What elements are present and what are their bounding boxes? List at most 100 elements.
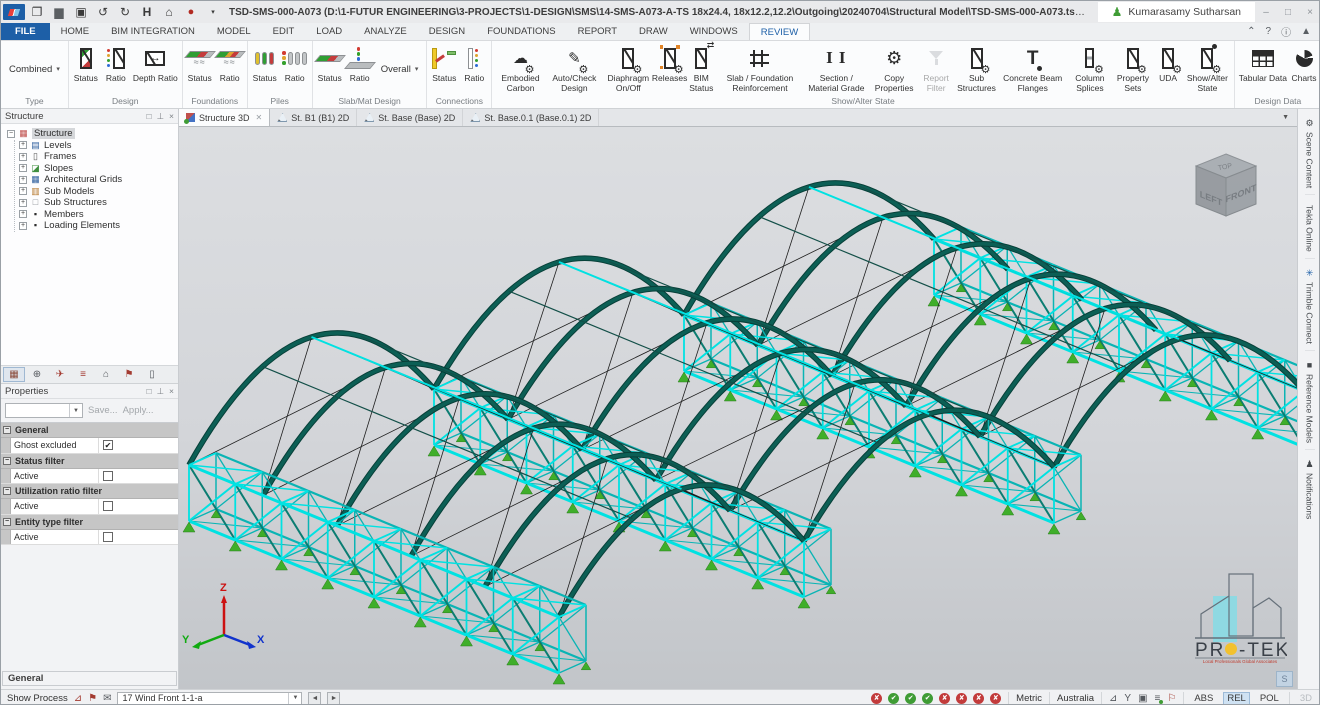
tab-draw[interactable]: DRAW xyxy=(628,23,679,40)
tree-expand-icon[interactable]: + xyxy=(19,199,27,207)
charts-button[interactable]: Charts xyxy=(1289,42,1319,96)
sidebar-item-trimble-connect[interactable]: ✳Trimble Connect xyxy=(1305,263,1315,351)
pin-panel-icon[interactable]: ⊥ xyxy=(157,386,164,397)
audit-button[interactable]: ⌂ xyxy=(159,3,179,21)
tree-expand-icon[interactable]: + xyxy=(19,222,27,230)
maximize-button[interactable]: □ xyxy=(1277,2,1299,22)
info-icon[interactable]: ⓘ xyxy=(1281,24,1291,39)
tab-review[interactable]: REVIEW xyxy=(749,23,810,40)
new-model-button[interactable]: ❐ xyxy=(27,3,47,21)
copy-properties-button[interactable]: ⚙ Copy Properties xyxy=(871,42,918,96)
help-icon[interactable]: ? xyxy=(1266,26,1272,37)
foundations-ratio-button[interactable]: ≈≈ Ratio xyxy=(215,42,245,96)
archive-tool-button[interactable]: ▯ xyxy=(141,367,163,382)
tabular-data-button[interactable]: Tabular Data xyxy=(1237,42,1289,96)
model-canvas[interactable]: ZXY TOP LEFT FRONT xyxy=(179,127,1297,689)
float-panel-icon[interactable]: □ xyxy=(146,386,151,397)
status-ok-icon[interactable]: ✔ xyxy=(905,693,916,704)
view-tab-st-base-0-1[interactable]: St. Base.0.1 (Base.0.1) 2D xyxy=(463,109,599,126)
show-alter-state-button[interactable]: ⚙ Show/Alter State xyxy=(1183,42,1232,96)
embodied-carbon-button[interactable]: ☁⚙ Embodied Carbon xyxy=(494,42,546,96)
tree-expand-icon[interactable]: + xyxy=(19,164,27,172)
render-view-icon[interactable]: ▣ xyxy=(1138,693,1147,704)
rel-coords-toggle[interactable]: REL xyxy=(1223,692,1249,705)
design-status-button[interactable]: Status xyxy=(71,42,101,96)
collapse-group-icon[interactable]: − xyxy=(3,426,11,434)
status-ok-icon[interactable]: ✔ xyxy=(888,693,899,704)
piles-ratio-button[interactable]: Ratio xyxy=(280,42,310,96)
layers-icon[interactable]: ≡ xyxy=(1155,693,1161,704)
envelope-icon[interactable]: ✉ xyxy=(103,693,111,704)
tree-item-loading-elements[interactable]: Loading Elements xyxy=(44,220,120,231)
previous-loadcase-button[interactable]: ◄ xyxy=(308,692,321,705)
close-panel-icon[interactable]: × xyxy=(169,111,174,122)
record-button[interactable]: ● xyxy=(181,3,201,21)
snapshot-button[interactable]: S xyxy=(1276,671,1293,687)
design-ratio-button[interactable]: Ratio xyxy=(101,42,131,96)
slab-status-button[interactable]: Status xyxy=(315,42,345,96)
property-sets-button[interactable]: ⚙ Property Sets xyxy=(1113,42,1153,96)
status-error-icon[interactable]: ✘ xyxy=(939,693,950,704)
redo-button[interactable]: ↻ xyxy=(115,3,135,21)
globe-view-button[interactable]: ⊕ xyxy=(26,367,48,382)
sidebar-item-reference-models[interactable]: ■Reference Models xyxy=(1305,355,1315,450)
tab-report[interactable]: REPORT xyxy=(567,23,628,40)
loadcase-combobox[interactable]: 17 Wind Front 1-1-a▼ xyxy=(117,692,302,705)
depth-ratio-button[interactable]: ↔ Depth Ratio xyxy=(131,42,180,96)
collapse-ribbon-icon[interactable]: ⌃ xyxy=(1247,26,1255,37)
3d-mode-toggle[interactable]: 3D xyxy=(1297,693,1315,704)
section-material-grade-button[interactable]: I I Section / Material Grade xyxy=(802,42,871,96)
collapse-group-icon[interactable]: − xyxy=(3,457,11,465)
node-snap-icon[interactable]: Y xyxy=(1124,693,1131,704)
view-tab-st-base[interactable]: St. Base (Base) 2D xyxy=(357,109,463,126)
concrete-beam-flanges-button[interactable]: T Concrete Beam Flanges xyxy=(998,42,1067,96)
slab-foundation-reinforcement-button[interactable]: Slab / Foundation Reinforcement xyxy=(718,42,802,96)
save-button[interactable]: ▣ xyxy=(71,3,91,21)
flag-disabled-icon[interactable]: ⚐ xyxy=(1167,693,1176,704)
piles-status-button[interactable]: Status xyxy=(250,42,280,96)
view-tab-st-b1[interactable]: St. B1 (B1) 2D xyxy=(270,109,357,126)
tab-home[interactable]: HOME xyxy=(50,23,101,40)
status-filter-active-checkbox[interactable] xyxy=(103,471,113,481)
connections-status-button[interactable]: Status xyxy=(429,42,459,96)
country-button[interactable]: Australia xyxy=(1057,693,1094,704)
tab-model[interactable]: MODEL xyxy=(206,23,262,40)
close-panel-icon[interactable]: × xyxy=(169,386,174,397)
tree-item-architectural-grids[interactable]: Architectural Grids xyxy=(44,174,122,185)
tab-foundations[interactable]: FOUNDATIONS xyxy=(476,23,566,40)
show-process-button[interactable]: Show Process xyxy=(7,693,68,704)
tree-expand-icon[interactable]: + xyxy=(19,153,27,161)
ghost-excluded-checkbox[interactable]: ✔ xyxy=(103,440,113,450)
combined-type-dropdown[interactable]: Combined▾ xyxy=(3,42,66,96)
tree-item-sub-structures[interactable]: Sub Structures xyxy=(44,197,107,208)
releases-button[interactable]: ⚙ Releases xyxy=(655,42,685,96)
beam-tool-icon[interactable]: ⚑ xyxy=(88,693,97,704)
overall-dropdown[interactable]: Overall▾ xyxy=(375,42,425,96)
tree-expand-icon[interactable]: + xyxy=(19,176,27,184)
tab-analyze[interactable]: ANALYZE xyxy=(353,23,418,40)
status-error-icon[interactable]: ✘ xyxy=(871,693,882,704)
view-tab-list-dropdown[interactable]: ▼ xyxy=(1274,109,1297,126)
tab-windows[interactable]: WINDOWS xyxy=(679,23,749,40)
sidebar-item-scene-content[interactable]: ⚙Scene Content xyxy=(1305,113,1315,195)
pol-coords-toggle[interactable]: POL xyxy=(1257,693,1282,704)
save-properties-button[interactable]: Save... xyxy=(88,405,118,416)
tab-load[interactable]: LOAD xyxy=(305,23,353,40)
collapse-group-icon[interactable]: − xyxy=(3,518,11,526)
utilization-filter-active-checkbox[interactable] xyxy=(103,501,113,511)
property-set-combobox[interactable]: ▼ xyxy=(5,403,83,418)
minimize-button[interactable]: – xyxy=(1255,2,1277,22)
entity-filter-active-checkbox[interactable] xyxy=(103,532,113,542)
bim-status-button[interactable]: ⇄ BIM Status xyxy=(685,42,718,96)
slab-ratio-button[interactable]: Ratio xyxy=(345,42,375,96)
tree-expand-icon[interactable]: + xyxy=(19,141,27,149)
flag-tool-button[interactable]: ⚑ xyxy=(118,367,140,382)
close-button[interactable]: × xyxy=(1299,2,1320,22)
foundations-status-button[interactable]: ≈≈ Status xyxy=(185,42,215,96)
general-rollup-bar[interactable]: General xyxy=(2,671,177,686)
tree-collapse-icon[interactable]: − xyxy=(7,130,15,138)
wind-view-button[interactable]: ✈ xyxy=(49,367,71,382)
load-list-button[interactable]: ≡ xyxy=(72,367,94,382)
next-loadcase-button[interactable]: ► xyxy=(327,692,340,705)
tree-item-levels[interactable]: Levels xyxy=(44,140,71,151)
